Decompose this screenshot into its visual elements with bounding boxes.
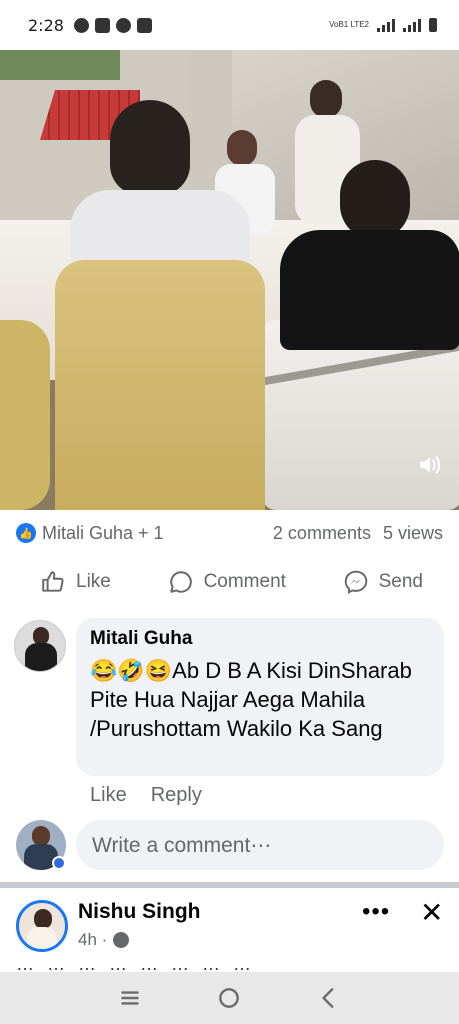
signal-icon-2 xyxy=(403,18,421,32)
volte-indicator: VoB1 LTE2 xyxy=(329,20,369,29)
views-count: 5 views xyxy=(382,522,443,543)
comment-reply-button[interactable]: Reply xyxy=(151,784,202,807)
send-button[interactable]: Send xyxy=(343,569,423,595)
status-bar: 2:28 VoB1 LTE2 xyxy=(0,0,459,50)
comments-count[interactable]: 2 comments xyxy=(273,523,371,544)
comment-meta: Like Reply xyxy=(90,784,202,807)
post-time-label: 4h · xyxy=(78,930,108,949)
signal-icon xyxy=(377,18,395,32)
like-button[interactable]: Like xyxy=(40,569,111,595)
comment-bubble[interactable]: Mitali Guha 😂🤣😆Ab D B A Kisi DinSharab P… xyxy=(76,618,444,776)
whatsapp-icon xyxy=(73,17,89,33)
profile-badge-icon xyxy=(52,856,66,870)
feed-divider xyxy=(0,882,459,888)
video-scene xyxy=(0,50,120,80)
battery-icon xyxy=(429,18,437,32)
reactions-summary[interactable]: 👍 Mitali Guha + 1 2 comments 5 views xyxy=(0,510,459,556)
comment-button[interactable]: Comment xyxy=(168,569,286,595)
compass-icon xyxy=(115,17,131,33)
post-author-name[interactable]: Nishu Singh xyxy=(78,900,201,924)
notification-icons xyxy=(73,17,152,33)
home-icon[interactable] xyxy=(216,985,242,1011)
like-reaction-icon: 👍 xyxy=(16,523,36,543)
like-label: Like xyxy=(76,571,111,592)
video-player[interactable] xyxy=(0,50,459,510)
comment-like-button[interactable]: Like xyxy=(90,784,127,807)
write-comment-row: Write a comment⋯ xyxy=(14,818,454,874)
thumbs-up-icon xyxy=(42,571,64,592)
globe-icon xyxy=(113,932,130,948)
next-post-header: Nishu Singh 4h · ••• ✕ xyxy=(0,892,459,964)
comment-text: 😂🤣😆Ab D B A Kisi DinSharab Pite Hua Najj… xyxy=(90,658,412,741)
post-text-partial: … … … … … … … … xyxy=(16,964,456,972)
avatar[interactable] xyxy=(14,620,66,672)
send-label: Send xyxy=(378,571,423,592)
comment-icon xyxy=(169,571,192,593)
post-time: 4h · xyxy=(78,930,130,950)
youtube-icon xyxy=(94,17,110,33)
messenger-icon xyxy=(344,570,367,594)
comment-input[interactable]: Write a comment⋯ xyxy=(76,820,444,870)
system-nav-bar xyxy=(0,972,459,1024)
more-options-button[interactable]: ••• xyxy=(362,898,390,926)
post-counts: 2 comments 5 views xyxy=(273,523,443,544)
vpn-icon xyxy=(136,17,152,33)
status-time: 2:28 xyxy=(28,15,64,35)
back-icon[interactable] xyxy=(316,985,342,1011)
system-icons: VoB1 LTE2 xyxy=(329,18,437,32)
recents-icon[interactable] xyxy=(117,985,143,1011)
post-avatar[interactable] xyxy=(16,900,68,952)
comment-label: Comment xyxy=(203,571,286,592)
reaction-names[interactable]: Mitali Guha + 1 xyxy=(42,523,164,544)
post-actions: Like Comment Send xyxy=(0,558,459,606)
comment-author[interactable]: Mitali Guha xyxy=(90,628,430,650)
close-button[interactable]: ✕ xyxy=(420,896,443,929)
speaker-icon[interactable] xyxy=(415,450,445,480)
